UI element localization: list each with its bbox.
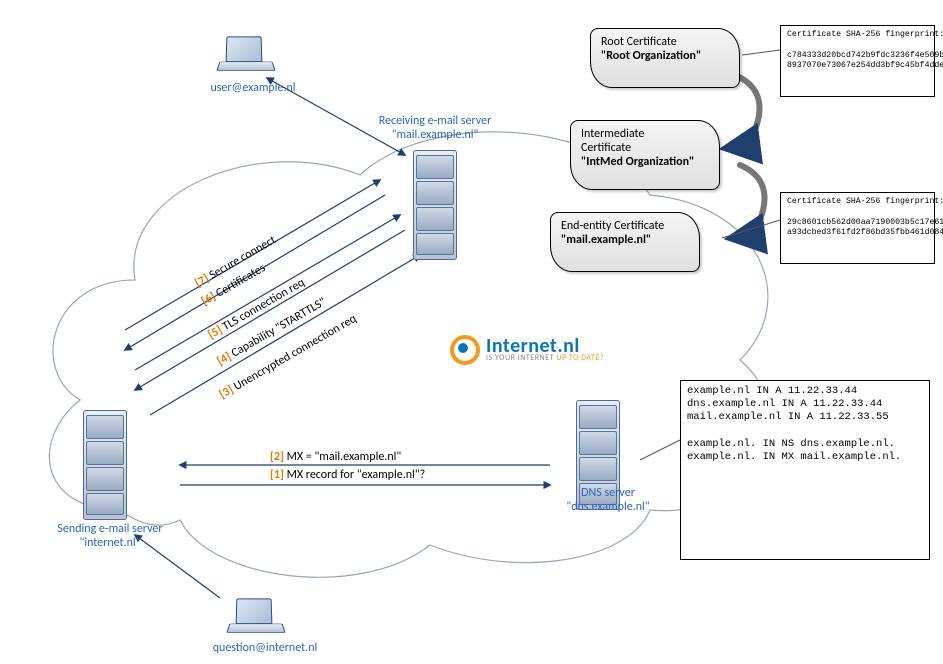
receiving-server-label: Receiving e-mail server "mail.example.nl… [350, 115, 520, 143]
flow-step-1: [1] MX record for "example.nl"? [270, 468, 425, 482]
fp-root-value: c784333d20bcd742b9fdc3236f4e509b 8937070… [787, 51, 943, 70]
fingerprint-end-box: Certificate SHA-256 fingerprint: 29c8601… [780, 192, 935, 264]
fp-title-1: Certificate SHA-256 fingerprint: [787, 30, 943, 39]
cert-end-line2: "mail.example.nl" [561, 233, 691, 247]
cert-int-line1: Intermediate [581, 127, 644, 141]
sending-server-host: "internet.nl" [80, 536, 141, 550]
magnifier-icon [450, 335, 480, 365]
cert-root-line2: "Root Organization" [601, 49, 731, 63]
cert-end-line1: End-entity Certificate [561, 219, 664, 233]
dns-server-label: DNS server "dns.example.nl" [553, 487, 663, 515]
cert-root: Root Certificate "Root Organization" [590, 28, 740, 88]
logo-sub-accent: UP TO DATE? [556, 353, 604, 363]
cert-end: End-entity Certificate "mail.example.nl" [550, 212, 700, 272]
cert-intermediate: Intermediate Certificate "IntMed Organiz… [570, 120, 720, 190]
overlay-svg [0, 0, 943, 664]
dns-server-title: DNS server [581, 486, 635, 500]
fingerprint-root-box: Certificate SHA-256 fingerprint: c784333… [780, 25, 935, 97]
user-laptop-icon [218, 36, 274, 76]
user-email-label: user@example.nl [198, 82, 308, 96]
receiving-server-title: Receiving e-mail server [379, 114, 492, 128]
logo-sub-prefix: IS YOUR INTERNET [486, 353, 556, 363]
dns-records-box: example.nl IN A 11.22.33.44 dns.example.… [680, 380, 930, 560]
sending-server-title: Sending e-mail server [57, 522, 162, 536]
fp-title-2: Certificate SHA-256 fingerprint: [787, 197, 943, 206]
receiving-server-host: "mail.example.nl" [392, 128, 479, 142]
question-email-label: question@internet.nl [200, 642, 330, 656]
sending-server-label: Sending e-mail server "internet.nl" [45, 523, 175, 551]
cert-int-line3: "IntMed Organization" [581, 155, 711, 169]
internetnl-logo: Internet.nl IS YOUR INTERNET UP TO DATE? [450, 335, 604, 365]
diagram-stage: { "logo": { "main": "Internet.nl", "sub_… [0, 0, 943, 664]
dns-server-host: "dns.example.nl" [566, 500, 649, 514]
receiving-server-icon [405, 150, 465, 260]
flow-step-2: [2] MX = "mail.example.nl" [270, 450, 401, 464]
cert-int-line2: Certificate [581, 141, 631, 155]
cert-root-line1: Root Certificate [601, 35, 677, 49]
fp-end-value: 29c8601cb562d00aa7190003b5c17e61 a93dcbe… [787, 218, 943, 237]
question-laptop-icon [228, 598, 284, 638]
sending-server-icon [75, 410, 135, 520]
